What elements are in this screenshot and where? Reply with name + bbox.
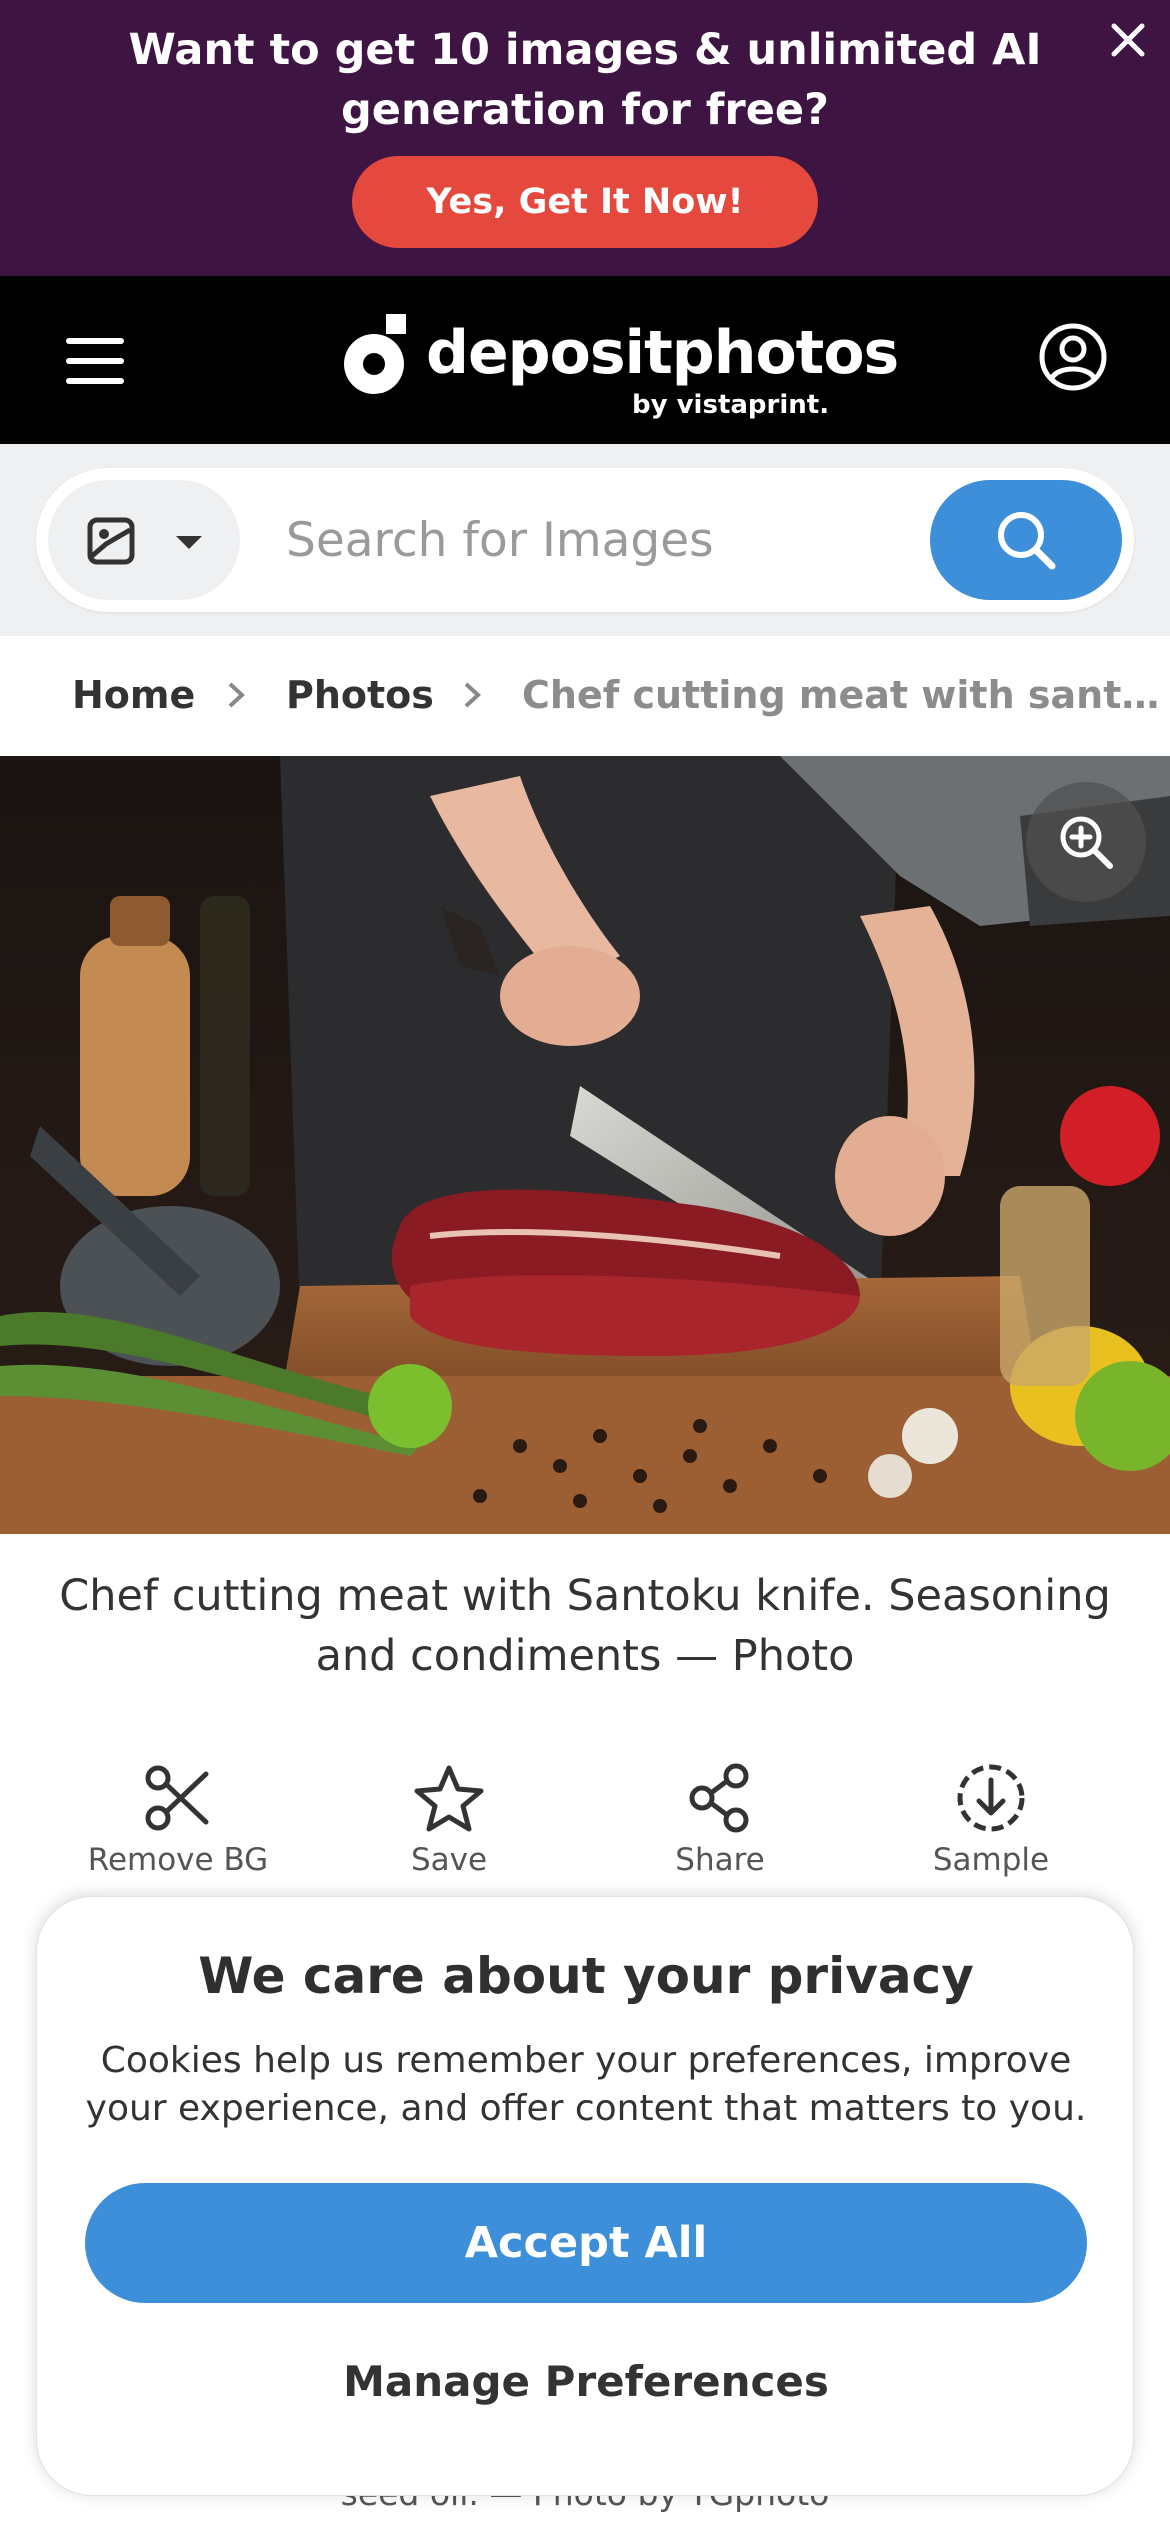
- photo-image: [0, 756, 1170, 1534]
- search-box: [36, 468, 1134, 612]
- save-label: Save: [410, 1842, 488, 1878]
- sample-label: Sample: [932, 1842, 1050, 1878]
- search-icon: [998, 512, 1056, 570]
- photo-actions: Remove BG Save Share Sample: [0, 1756, 1170, 1886]
- cookie-consent-dialog: We care about your privacy Cookies help …: [36, 1896, 1134, 2496]
- chevron-right-icon: [464, 682, 481, 708]
- breadcrumb-photos[interactable]: Photos: [286, 672, 434, 718]
- logo-byline: by vistaprint.: [632, 390, 830, 420]
- close-icon[interactable]: [1108, 20, 1148, 60]
- download-icon: [957, 1764, 1025, 1832]
- share-label: Share: [675, 1842, 765, 1878]
- site-header: depositphotos by vistaprint.: [0, 276, 1170, 444]
- user-account-icon[interactable]: [1038, 322, 1108, 392]
- breadcrumb-current: Chef cutting meat with sant…: [522, 673, 1160, 717]
- cookie-title: We care about your privacy: [198, 1947, 974, 2005]
- chevron-down-icon: [176, 536, 202, 549]
- share-icon: [689, 1763, 749, 1833]
- search-bar-section: [0, 444, 1170, 636]
- sample-download-button[interactable]: Sample: [871, 1756, 1111, 1886]
- search-input[interactable]: [286, 502, 906, 578]
- save-button[interactable]: Save: [329, 1756, 569, 1886]
- content-type-select[interactable]: [48, 480, 240, 600]
- remove-bg-label: Remove BG: [87, 1842, 269, 1878]
- photo-title: Chef cutting meat with Santoku knife. Se…: [59, 1571, 1111, 1681]
- zoom-button[interactable]: [1026, 782, 1146, 902]
- menu-icon[interactable]: [66, 338, 124, 384]
- logo[interactable]: depositphotos by vistaprint.: [340, 294, 899, 424]
- breadcrumb-home[interactable]: Home: [72, 672, 195, 718]
- remove-bg-button[interactable]: Remove BG: [58, 1756, 298, 1886]
- main-photo[interactable]: [0, 756, 1170, 1534]
- breadcrumb: Home Photos Chef cutting meat with sant…: [0, 636, 1170, 756]
- image-type-icon: [87, 517, 135, 565]
- zoom-in-icon: [1060, 816, 1113, 869]
- manage-preferences-button[interactable]: Manage Preferences: [85, 2327, 1087, 2437]
- cookie-text: Cookies help us remember your preference…: [85, 2040, 1087, 2129]
- scissors-icon: [145, 1765, 209, 1831]
- logo-mark-icon: [344, 314, 406, 394]
- promo-banner: Want to get 10 images & unlimited AI gen…: [0, 0, 1170, 276]
- promo-title: Want to get 10 images & unlimited AI gen…: [128, 25, 1042, 135]
- star-icon: [414, 1765, 484, 1832]
- share-button[interactable]: Share: [600, 1756, 840, 1886]
- promo-cta-button[interactable]: Yes, Get It Now!: [352, 156, 818, 248]
- page: Want to get 10 images & unlimited AI gen…: [0, 0, 1170, 2532]
- logo-text: depositphotos: [426, 318, 899, 388]
- accept-all-button[interactable]: Accept All: [85, 2183, 1087, 2303]
- search-button[interactable]: [930, 480, 1122, 600]
- chevron-right-icon: [228, 682, 245, 708]
